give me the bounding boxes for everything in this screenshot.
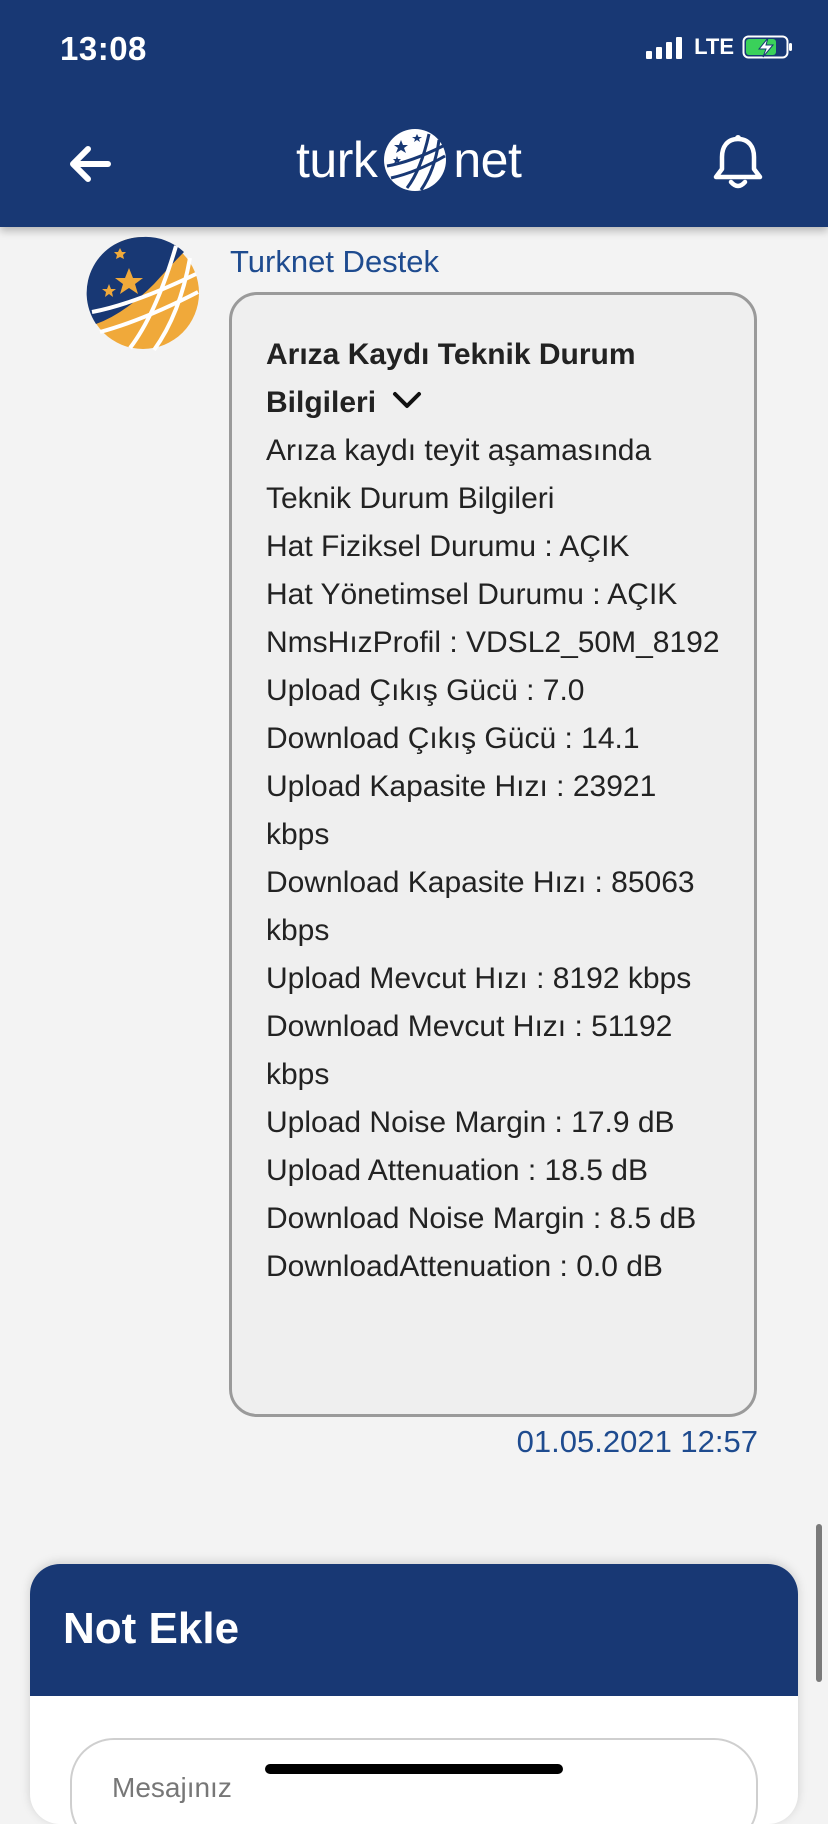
signal-icon	[646, 35, 683, 59]
status-icons: LTE	[646, 34, 794, 60]
message-input[interactable]: Mesajınız	[70, 1738, 758, 1824]
message-line: Teknik Durum Bilgileri	[266, 482, 555, 515]
message-line: Upload Kapasite Hızı : 23921 kbps	[266, 770, 657, 851]
sender-name: Turknet Destek	[230, 244, 440, 279]
logo-text-right: net	[453, 132, 522, 188]
network-label: LTE	[694, 34, 734, 59]
message-line: Download Mevcut Hızı : 51192 kbps	[266, 1010, 673, 1091]
message-line: Download Noise Margin : 8.5 dB	[266, 1202, 697, 1235]
message-line: Hat Fiziksel Durumu : AÇIK	[266, 530, 630, 563]
support-avatar	[86, 236, 199, 352]
message-line: Upload Mevcut Hızı : 8192 kbps	[266, 962, 692, 995]
message-line: Arıza kaydı teyit aşamasında	[266, 434, 652, 467]
arrow-left-icon	[70, 146, 111, 182]
turknet-logo: turk net	[296, 124, 522, 196]
add-note-title: Not Ekle	[30, 1564, 798, 1696]
add-note-card: Not Ekle Mesajınız	[30, 1564, 798, 1824]
bell-icon	[713, 135, 763, 189]
message-line: Download Kapasite Hızı : 85063 kbps	[266, 866, 695, 947]
message-title-text: Arıza Kaydı Teknik Durum Bilgileri	[266, 338, 636, 419]
battery-charging-icon	[742, 35, 792, 59]
globe-logo-icon	[384, 129, 447, 191]
message-title[interactable]: Arıza Kaydı Teknik Durum Bilgileri	[266, 331, 724, 427]
message-line: NmsHızProfil : VDSL2_50M_8192	[266, 626, 720, 659]
message-line: Hat Yönetimsel Durumu : AÇIK	[266, 578, 678, 611]
app-header: 13:08 LTE turk net	[0, 0, 828, 227]
message-line: Upload Çıkış Gücü : 7.0	[266, 674, 585, 707]
message-line: Upload Attenuation : 18.5 dB	[266, 1154, 648, 1187]
chevron-down-icon[interactable]	[392, 390, 422, 410]
message-bubble: Arıza Kaydı Teknik Durum Bilgileri Arıza…	[229, 292, 757, 1417]
home-indicator	[265, 1764, 563, 1774]
notifications-button[interactable]	[710, 133, 766, 193]
scrollbar[interactable]	[816, 1524, 822, 1682]
message-timestamp: 01.05.2021 12:57	[516, 1424, 758, 1459]
back-button[interactable]	[60, 135, 118, 193]
message-line: DownloadAttenuation : 0.0 dB	[266, 1250, 663, 1283]
logo-text-left: turk	[296, 132, 378, 188]
status-time: 13:08	[60, 30, 147, 67]
message-line: Download Çıkış Gücü : 14.1	[266, 722, 640, 755]
message-line: Upload Noise Margin : 17.9 dB	[266, 1106, 675, 1139]
